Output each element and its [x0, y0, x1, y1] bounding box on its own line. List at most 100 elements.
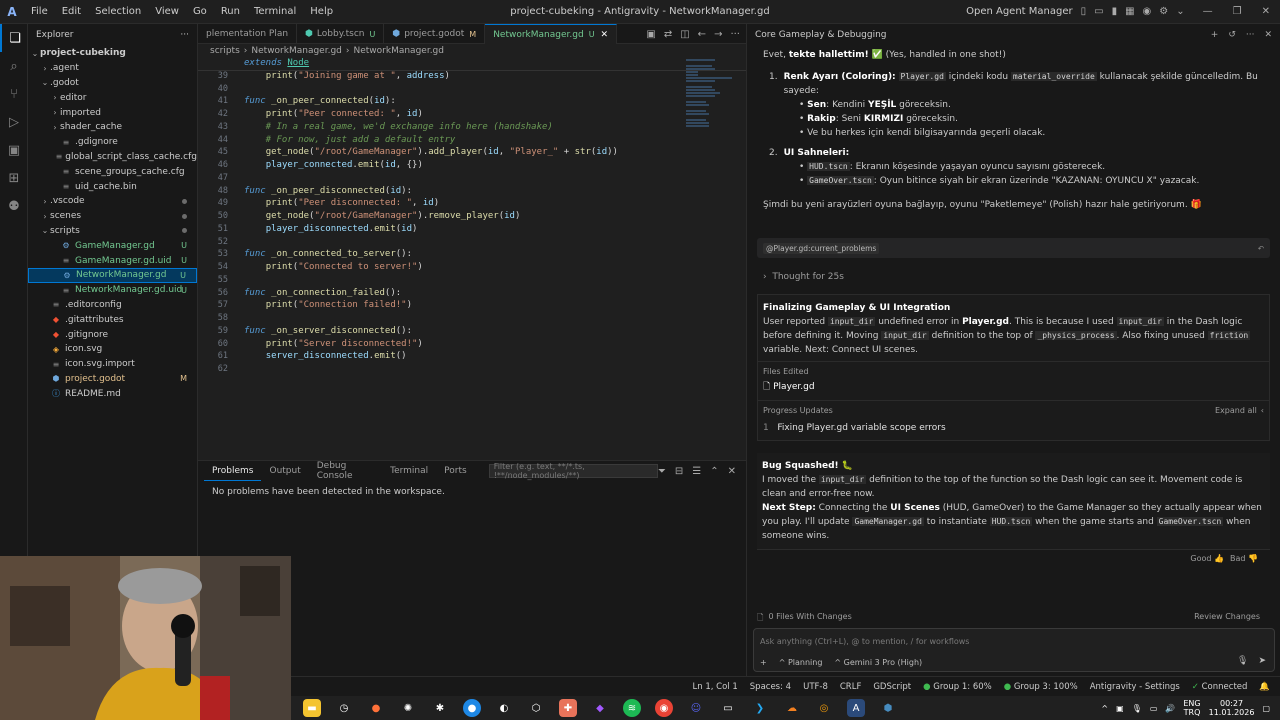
model-selector[interactable]: ^ Gemini 3 Pro (High) — [834, 658, 922, 667]
tab-network-manager-gd[interactable]: NetworkManager.gd U ✕ — [485, 24, 618, 44]
minimap[interactable] — [686, 58, 732, 148]
tab-output[interactable]: Output — [261, 461, 308, 481]
code-line[interactable]: 53 func _on_connected_to_server(): — [198, 249, 746, 262]
tree-file[interactable]: ⬢ project.godot M — [28, 372, 197, 387]
tree-root[interactable]: ⌄ project-cubeking — [28, 46, 197, 61]
slack-icon[interactable]: ✱ — [431, 699, 449, 717]
notifications-icon[interactable]: 🔔 — [1259, 682, 1270, 692]
breadcrumb-symbol[interactable]: NetworkManager.gd — [354, 46, 445, 56]
volume-icon[interactable]: 🔊 — [1165, 704, 1175, 713]
expand-all-button[interactable]: Expand all — [1215, 406, 1257, 415]
clock-icon[interactable]: ◷ — [335, 699, 353, 717]
tab-problems[interactable]: Problems — [204, 461, 262, 481]
close-tab-icon[interactable]: ✕ — [601, 30, 609, 40]
thought-toggle[interactable]: › Thought for 25s — [747, 270, 1280, 284]
code-line[interactable]: 43 # In a real game, we'd exchange info … — [198, 122, 746, 135]
encoding[interactable]: UTF-8 — [803, 682, 828, 692]
notification-center-icon[interactable]: ▢ — [1262, 704, 1270, 713]
code-line[interactable]: 62 — [198, 364, 746, 377]
close-window-icon[interactable]: ✕ — [1262, 6, 1270, 17]
code-line[interactable]: 52 — [198, 237, 746, 250]
good-feedback-button[interactable]: Good 👍 — [1190, 554, 1224, 563]
more-actions-icon[interactable]: ··· — [730, 29, 740, 40]
cloudflare-icon[interactable]: ☁ — [783, 699, 801, 717]
restore-icon[interactable]: ❐ — [1233, 6, 1242, 17]
breadcrumb-file[interactable]: NetworkManager.gd — [251, 46, 342, 56]
tree-folder[interactable]: › shader_cache — [28, 120, 197, 135]
filter-icon[interactable]: ⏷ — [658, 466, 666, 477]
mode-selector[interactable]: ^ Planning — [779, 658, 823, 667]
chevron-down-icon[interactable]: ⌄ — [1176, 6, 1184, 17]
code-line[interactable]: 56 func _on_connection_failed(): — [198, 288, 746, 301]
code-line[interactable]: 44 # For now, just add a default entry — [198, 135, 746, 148]
tree-folder[interactable]: › .vscode — [28, 194, 197, 209]
tree-file[interactable]: ⚙ NetworkManager.gd U — [28, 267, 197, 283]
edited-file-item[interactable]: 🗋 Player.gd — [763, 379, 1264, 395]
close-panel-icon[interactable]: ✕ — [1264, 30, 1272, 40]
tree-file[interactable]: ⚙ GameManager.gd U — [28, 238, 197, 253]
menu-edit[interactable]: Edit — [55, 6, 88, 17]
settings-link[interactable]: Antigravity - Settings — [1090, 682, 1180, 692]
breadcrumb-folder[interactable]: scripts — [210, 46, 240, 56]
vscode-icon[interactable]: ❯ — [751, 699, 769, 717]
tree-folder[interactable]: › imported — [28, 105, 197, 120]
figma-icon[interactable]: ◆ — [591, 699, 609, 717]
explorer-icon[interactable]: ❏ — [0, 24, 28, 52]
tray-app-icon[interactable]: ▣ — [1116, 704, 1124, 713]
godot-run-icon[interactable]: ▣ — [646, 29, 655, 40]
tree-folder[interactable]: ⌄ .godot — [28, 76, 197, 91]
menu-help[interactable]: Help — [303, 6, 340, 17]
tree-folder[interactable]: › editor — [28, 90, 197, 105]
tab-lobby-tscn[interactable]: ⬢ Lobby.tscn U — [297, 24, 385, 44]
split-editor-icon[interactable]: ◫ — [680, 29, 689, 40]
tree-file[interactable]: ≡ uid_cache.bin — [28, 179, 197, 194]
tab-ports[interactable]: Ports — [436, 461, 475, 481]
tree-file[interactable]: ◆ .gitignore — [28, 327, 197, 342]
run-debug-icon[interactable]: ▷ — [0, 108, 28, 136]
godot-icon[interactable]: ⬢ — [879, 699, 897, 717]
end-of-line[interactable]: CRLF — [840, 682, 861, 692]
chrome-icon[interactable]: ◉ — [655, 699, 673, 717]
firefox-icon[interactable]: ● — [367, 699, 385, 717]
code-line[interactable]: 59 func _on_server_disconnected(): — [198, 326, 746, 339]
go-forward-icon[interactable]: → — [714, 29, 722, 40]
more-actions-icon[interactable]: ··· — [180, 30, 189, 40]
tree-file[interactable]: ≡ NetworkManager.gd.uid U — [28, 283, 197, 298]
code-line[interactable]: 51 player_disconnected.emit(id) — [198, 224, 746, 237]
close-panel-icon[interactable]: ✕ — [728, 466, 736, 477]
spotify-icon[interactable]: ≋ — [623, 699, 641, 717]
cursor-position[interactable]: Ln 1, Col 1 — [693, 682, 738, 692]
code-area[interactable]: 39 print("Joining game at ", address) 40 4… — [198, 71, 746, 377]
chevron-left-icon[interactable]: ‹ — [1261, 406, 1264, 415]
blender-icon[interactable]: ◎ — [815, 699, 833, 717]
tree-file[interactable]: ≡ .gdignore — [28, 135, 197, 150]
tree-file[interactable]: ⓘ README.md — [28, 386, 197, 401]
network-icon[interactable]: ▭ — [1150, 704, 1158, 713]
code-line[interactable]: 49 print("Peer disconnected: ", id) — [198, 198, 746, 211]
search-icon[interactable]: ⌕ — [0, 52, 28, 80]
tree-folder[interactable]: ⌄ scripts — [28, 224, 197, 239]
code-line[interactable]: 39 print("Joining game at ", address) — [198, 71, 746, 84]
remote-explorer-icon[interactable]: ▣ — [0, 136, 28, 164]
terminal-icon[interactable]: ▭ — [719, 699, 737, 717]
code-line[interactable]: 42 print("Peer connected: ", id) — [198, 109, 746, 122]
bad-feedback-button[interactable]: Bad 👎 — [1230, 554, 1258, 563]
account-icon[interactable]: ◉ — [1143, 6, 1152, 17]
chat-input[interactable]: Ask anything (Ctrl+L), @ to mention, / f… — [754, 629, 1274, 654]
antigravity-icon[interactable]: A — [847, 699, 865, 717]
tray-chevron-icon[interactable]: ^ — [1101, 704, 1108, 713]
code-line[interactable]: 60 print("Server disconnected!") — [198, 339, 746, 352]
menu-selection[interactable]: Selection — [88, 6, 148, 17]
tree-file[interactable]: ≡ .editorconfig — [28, 298, 197, 313]
menu-file[interactable]: File — [24, 6, 55, 17]
code-line[interactable]: 47 — [198, 173, 746, 186]
more-actions-icon[interactable]: ··· — [1246, 30, 1255, 40]
code-line[interactable]: 58 — [198, 313, 746, 326]
tree-file[interactable]: ≡ icon.svg.import — [28, 357, 197, 372]
tab-implementation-plan[interactable]: plementation Plan — [198, 24, 298, 44]
connection-status[interactable]: ✓ Connected — [1192, 682, 1248, 692]
settings-gear-icon[interactable]: ⚙ — [1159, 6, 1168, 17]
code-line[interactable]: 50 get_node("/root/GameManager").remove_… — [198, 211, 746, 224]
tab-project-godot[interactable]: ⬢ project.godot M — [384, 24, 486, 44]
quota-group-1[interactable]: ● Group 1: 60% — [923, 682, 992, 692]
